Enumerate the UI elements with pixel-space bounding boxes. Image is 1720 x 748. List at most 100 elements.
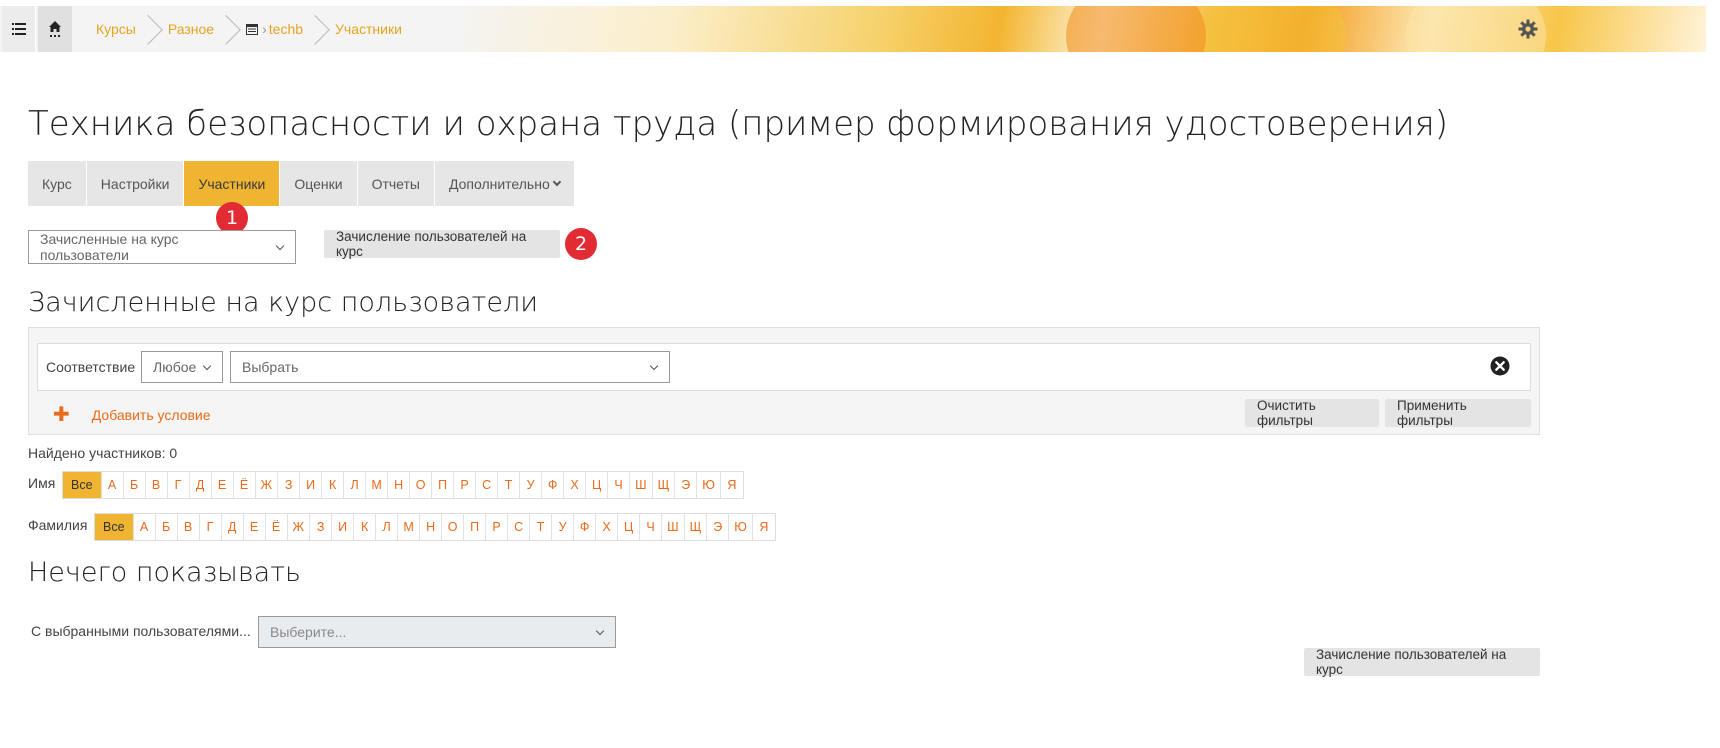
first-name-initial-letter[interactable]: К <box>322 472 345 498</box>
first-name-initial-letter[interactable]: О <box>410 472 433 498</box>
chevron-down-icon <box>595 626 605 636</box>
last-name-initial-letter[interactable]: Ё <box>266 514 288 540</box>
tab-grades[interactable]: Оценки <box>280 161 358 206</box>
last-name-initial-letter[interactable]: Р <box>486 514 509 540</box>
last-name-initial-letter[interactable]: Ф <box>574 514 597 540</box>
home-icon <box>49 21 61 37</box>
tab-settings[interactable]: Настройки <box>86 161 185 206</box>
condition-select[interactable]: Выбрать <box>230 351 670 383</box>
first-name-initial-letter[interactable]: Р <box>454 472 477 498</box>
first-name-initial-letter[interactable]: Б <box>124 472 146 498</box>
first-name-initial-letter[interactable]: В <box>146 472 168 498</box>
last-name-initial-all[interactable]: Все <box>95 514 134 540</box>
first-name-initial-letter[interactable]: М <box>366 472 389 498</box>
first-name-initial-letter[interactable]: И <box>300 472 323 498</box>
tab-more-label: Дополнительно <box>448 175 550 192</box>
last-name-initial-letter[interactable]: Ю <box>729 514 753 540</box>
first-name-initial-letter[interactable]: З <box>278 472 301 498</box>
first-name-initial-letter[interactable]: Ц <box>586 472 609 498</box>
first-name-initial-letter[interactable]: Ч <box>608 472 631 498</box>
last-name-initial-letter[interactable]: Ш <box>662 514 685 540</box>
last-name-initial-letter[interactable]: Ц <box>618 514 641 540</box>
enrol-users-button-bottom[interactable]: Зачисление пользователей на курс <box>1304 647 1540 677</box>
last-name-initial-letter[interactable]: Г <box>200 514 222 540</box>
match-select[interactable]: Любое <box>141 351 223 383</box>
list-icon <box>11 23 26 35</box>
breadcrumb-participants[interactable]: Участники <box>335 21 408 37</box>
last-name-initial-letter[interactable]: Ж <box>288 514 311 540</box>
last-name-initial-letter[interactable]: О <box>442 514 465 540</box>
first-name-initial-letter[interactable]: Ш <box>630 472 653 498</box>
first-name-initial-letter[interactable]: Н <box>388 472 411 498</box>
last-name-initial-letter[interactable]: Б <box>156 514 178 540</box>
first-name-initial-letter[interactable]: Х <box>564 472 587 498</box>
apply-filters-button[interactable]: Применить фильтры <box>1385 398 1531 428</box>
participants-view-value: Зачисленные на курс пользователи <box>40 231 179 263</box>
first-name-initial-all[interactable]: Все <box>63 472 102 498</box>
navbar: Курсы Разное › techb Участники <box>0 6 1706 52</box>
first-name-initial-letter[interactable]: Г <box>168 472 190 498</box>
first-name-initial-letter[interactable]: Ж <box>256 472 279 498</box>
enrol-users-button[interactable]: Зачисление пользователей на курс <box>324 229 560 259</box>
last-name-initial-letter[interactable]: П <box>464 514 487 540</box>
last-name-initial-letter[interactable]: А <box>134 514 156 540</box>
bulk-action-label: С выбранными пользователями... <box>31 623 251 639</box>
last-name-initial-letter[interactable]: У <box>552 514 575 540</box>
last-name-initial-letter[interactable]: Я <box>753 514 775 540</box>
last-name-initial-letter[interactable]: Е <box>244 514 266 540</box>
match-label: Соответствие <box>46 359 136 375</box>
first-name-initial-letter[interactable]: С <box>476 472 499 498</box>
first-name-label: Имя <box>28 475 56 491</box>
first-name-initial-letter[interactable]: Т <box>498 472 521 498</box>
first-name-initial-letter[interactable]: Ф <box>542 472 565 498</box>
gear-icon <box>1518 19 1538 39</box>
close-icon[interactable] <box>1490 356 1510 376</box>
first-name-initial-letter[interactable]: Я <box>721 472 743 498</box>
last-name-initial-letter[interactable]: Н <box>420 514 443 540</box>
last-name-initial-letter[interactable]: М <box>398 514 421 540</box>
add-condition-link[interactable]: ✚ Добавить условие <box>53 405 211 425</box>
bulk-action-value: Выберите... <box>270 624 347 640</box>
last-name-initial-letter[interactable]: Л <box>376 514 399 540</box>
tab-more[interactable]: Дополнительно <box>434 161 575 206</box>
last-name-initial-letter[interactable]: Э <box>707 514 730 540</box>
last-name-initial-letter[interactable]: К <box>354 514 377 540</box>
last-name-initial-letter[interactable]: З <box>310 514 333 540</box>
page-title: Техника безопасности и охрана труда (при… <box>28 104 1449 144</box>
filter-panel: Соответствие Любое Выбрать ✚ Добавить ус… <box>28 327 1540 435</box>
first-name-initial-letter[interactable]: Ю <box>697 472 721 498</box>
chevron-down-icon <box>552 177 561 186</box>
tab-reports[interactable]: Отчеты <box>357 161 435 206</box>
tab-course[interactable]: Курс <box>28 161 87 206</box>
first-name-initial-letter[interactable]: У <box>520 472 543 498</box>
chevron-down-icon <box>649 361 659 371</box>
last-name-initials-bar: Все А Б В Г Д Е Ё Ж З И К Л М Н О П Р С Т У Ф Х Ц Ч Ш Щ Э Ю Я <box>94 513 776 541</box>
breadcrumb-separator <box>309 6 335 52</box>
first-name-initial-letter[interactable]: П <box>432 472 455 498</box>
last-name-initial-letter[interactable]: Т <box>530 514 553 540</box>
chevron-down-icon <box>275 241 285 251</box>
first-name-initial-letter[interactable]: Е <box>212 472 234 498</box>
last-name-initial-letter[interactable]: И <box>332 514 355 540</box>
course-tabs: Курс Настройки Участники Оценки Отчеты Д… <box>28 161 575 206</box>
last-name-initial-letter[interactable]: С <box>508 514 531 540</box>
tab-participants[interactable]: Участники <box>184 161 281 206</box>
bulk-action-select[interactable]: Выберите... <box>258 616 616 648</box>
home-button[interactable] <box>38 6 72 52</box>
first-name-initial-letter[interactable]: Д <box>190 472 212 498</box>
first-name-initial-letter[interactable]: Ё <box>234 472 256 498</box>
first-name-initial-letter[interactable]: Л <box>344 472 367 498</box>
last-name-initial-letter[interactable]: Щ <box>685 514 708 540</box>
last-name-initial-letter[interactable]: Ч <box>640 514 663 540</box>
first-name-initial-letter[interactable]: А <box>102 472 124 498</box>
settings-button[interactable] <box>1508 6 1548 52</box>
drawer-toggle-button[interactable] <box>2 6 36 52</box>
last-name-initial-letter[interactable]: В <box>178 514 200 540</box>
first-name-initial-letter[interactable]: Э <box>675 472 698 498</box>
clear-filters-button[interactable]: Очистить фильтры <box>1245 398 1379 428</box>
empty-message: Нечего показывать <box>28 557 301 588</box>
last-name-initial-letter[interactable]: Д <box>222 514 244 540</box>
participants-view-select[interactable]: Зачисленные на курс пользователи <box>28 230 296 264</box>
first-name-initial-letter[interactable]: Щ <box>653 472 676 498</box>
last-name-initial-letter[interactable]: Х <box>596 514 619 540</box>
